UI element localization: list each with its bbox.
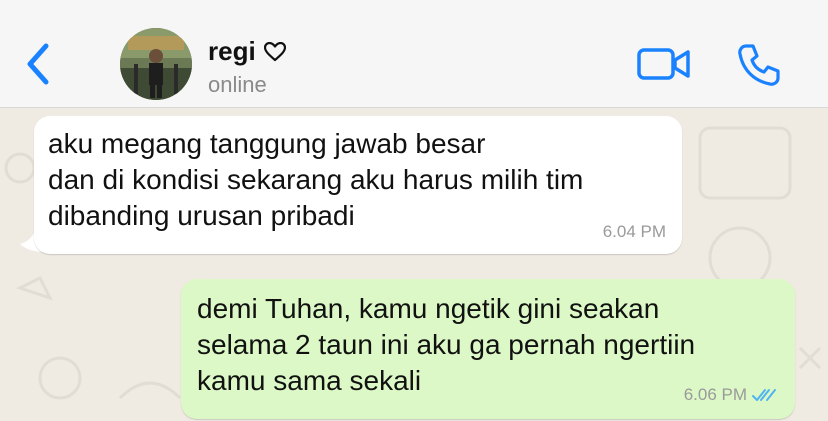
message-time: 6.04 PM: [602, 222, 666, 241]
message-bubble-outgoing[interactable]: demi Tuhan, kamu ngetik gini seakan sela…: [181, 279, 795, 419]
heart-outline-icon: [263, 41, 286, 61]
voice-call-button[interactable]: [736, 42, 782, 88]
video-camera-icon: [637, 48, 690, 80]
video-call-button[interactable]: [636, 44, 692, 84]
chat-header: regi online: [0, 0, 828, 108]
back-button[interactable]: [20, 40, 56, 88]
message-bubble-incoming[interactable]: aku megang tanggung jawab besar dan di k…: [34, 116, 682, 254]
contact-status: online: [208, 72, 267, 97]
contact-name-text: regi: [208, 36, 256, 66]
chevron-left-icon: [27, 43, 49, 85]
message-text: aku megang tanggung jawab besar dan di k…: [48, 128, 584, 231]
message-time: 6.06 PM: [683, 385, 747, 404]
phone-icon: [738, 44, 780, 86]
double-check-icon: [752, 389, 776, 401]
contact-name[interactable]: regi: [208, 36, 286, 67]
avatar[interactable]: [120, 28, 192, 100]
message-text: demi Tuhan, kamu ngetik gini seakan sela…: [197, 293, 696, 396]
avatar-photo: [120, 28, 192, 100]
